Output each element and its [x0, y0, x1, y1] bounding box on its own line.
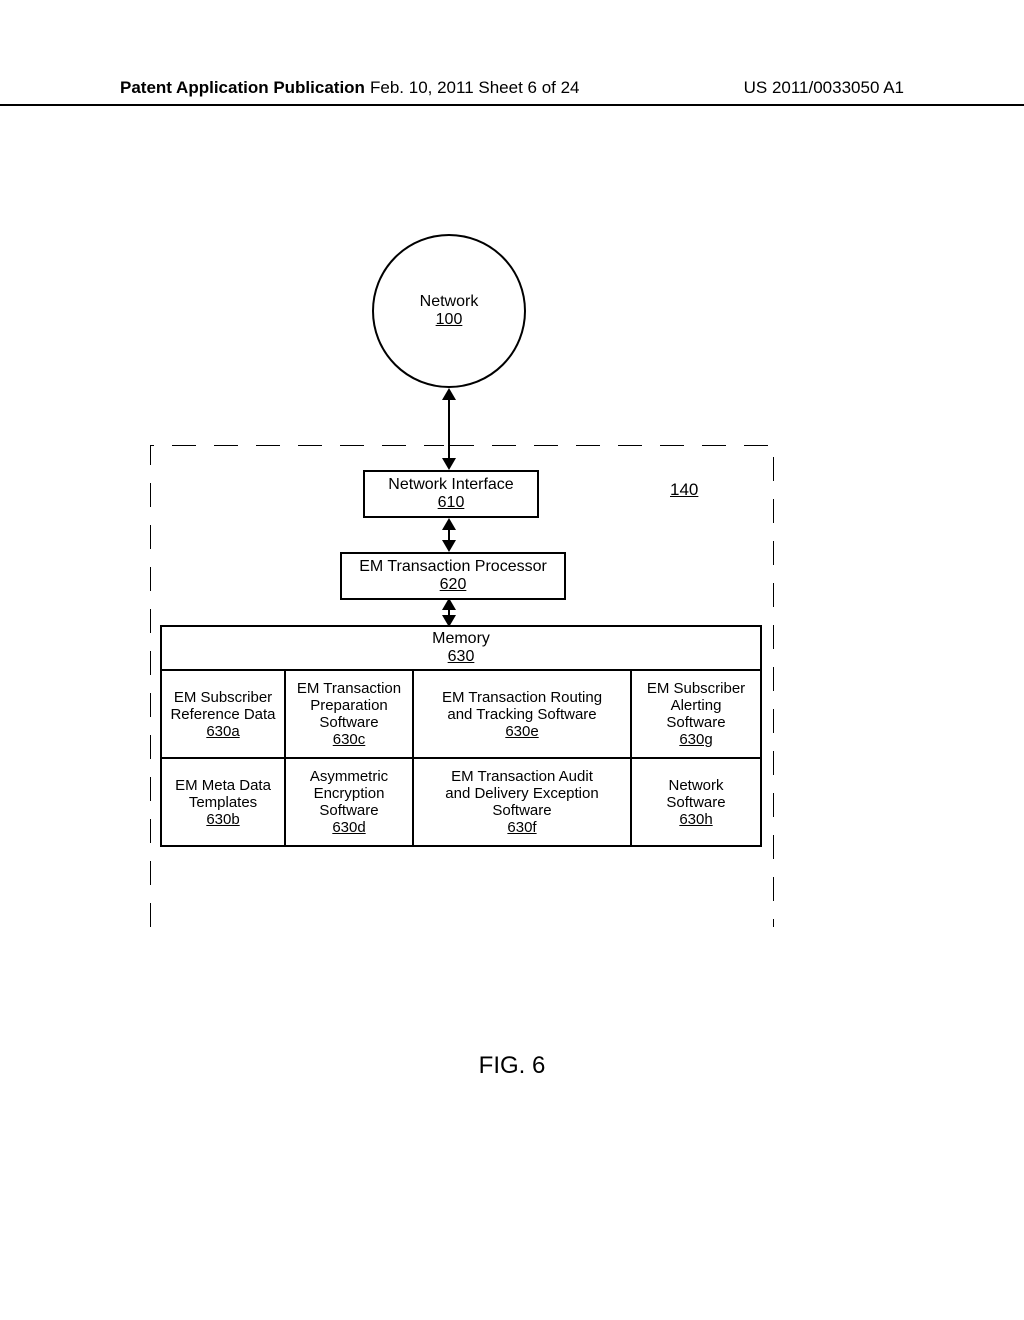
cell-630d: Asymmetric Encryption Software 630d: [286, 759, 414, 845]
memory-row: EM Meta Data Templates 630b Asymmetric E…: [162, 757, 760, 845]
arrowhead-up-icon: [442, 388, 456, 400]
network-label: Network: [420, 293, 479, 311]
processor-box: EM Transaction Processor 620: [340, 552, 566, 600]
ni-label: Network Interface: [388, 476, 513, 494]
network-node: Network 100: [372, 234, 526, 388]
memory-label: Memory: [432, 630, 490, 647]
cell-630a: EM Subscriber Reference Data 630a: [162, 671, 286, 757]
cell-630b: EM Meta Data Templates 630b: [162, 759, 286, 845]
proc-ref: 620: [440, 576, 467, 594]
diagram-canvas: Network 100 140 Network Interface 610 EM…: [0, 0, 1024, 1320]
cell-630c: EM Transaction Preparation Software 630c: [286, 671, 414, 757]
memory-row: EM Subscriber Reference Data 630a EM Tra…: [162, 671, 760, 757]
container-ref: 140: [670, 480, 698, 500]
proc-label: EM Transaction Processor: [359, 558, 547, 576]
ni-ref: 610: [438, 494, 465, 512]
arrowhead-down-icon: [442, 540, 456, 552]
figure-label: FIG. 6: [0, 1052, 1024, 1080]
cell-630f: EM Transaction Audit and Delivery Except…: [414, 759, 632, 845]
network-interface-box: Network Interface 610: [363, 470, 539, 518]
arrowhead-up-icon: [442, 518, 456, 530]
cell-630g: EM Subscriber Alerting Software 630g: [632, 671, 760, 757]
cell-630e: EM Transaction Routing and Tracking Soft…: [414, 671, 632, 757]
arrowhead-up-icon: [442, 598, 456, 610]
memory-ref: 630: [448, 648, 475, 665]
memory-box: Memory 630 EM Subscriber Reference Data …: [160, 625, 762, 847]
network-ref: 100: [436, 311, 463, 329]
memory-header: Memory 630: [162, 627, 760, 671]
cell-630h: Network Software 630h: [632, 759, 760, 845]
memory-grid: EM Subscriber Reference Data 630a EM Tra…: [162, 671, 760, 845]
